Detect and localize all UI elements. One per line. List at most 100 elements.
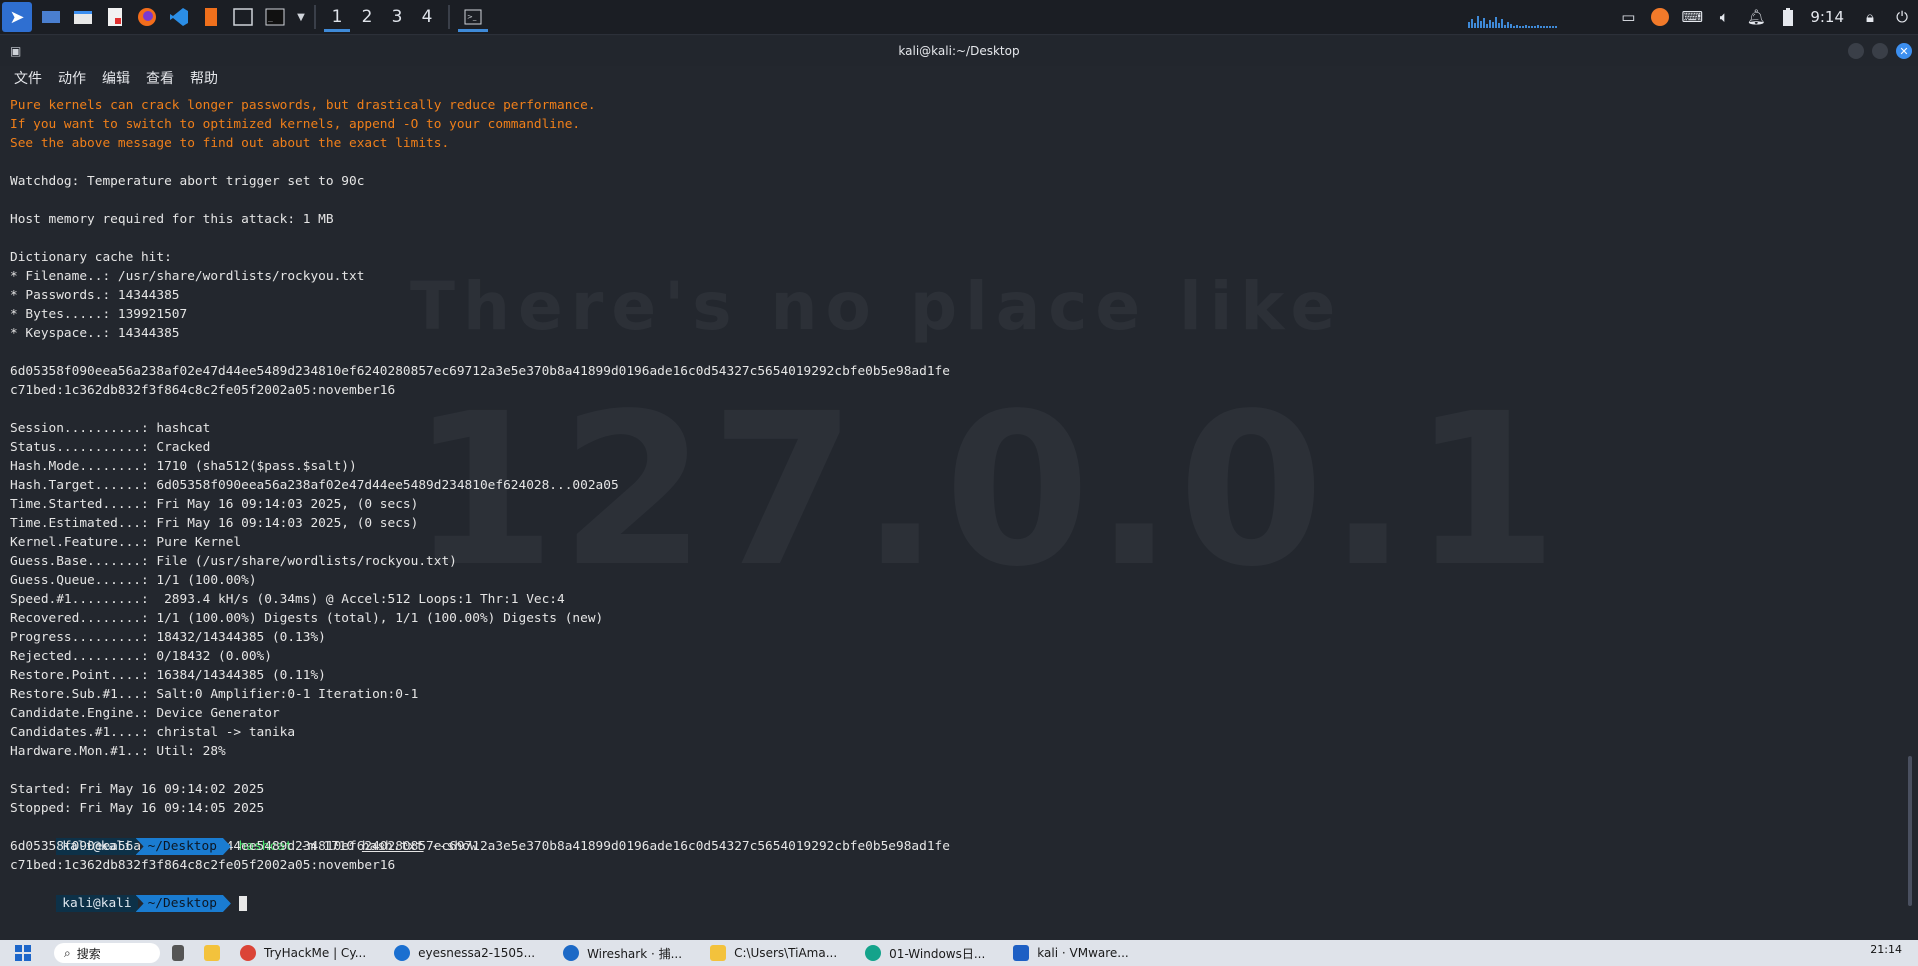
status-line: Recovered........: 1/1 (100.00%) Digests… (10, 611, 604, 626)
window-title: kali@kali:~/Desktop (898, 44, 1020, 58)
search-icon: ⌕ (64, 945, 71, 960)
status-line: Restore.Sub.#1...: Salt:0 Amplifier:0-1 … (10, 687, 419, 702)
status-line: Candidate.Engine.: Device Generator (10, 706, 280, 721)
panel-clock[interactable]: 9:14 (1810, 8, 1844, 26)
burpsuite-icon[interactable] (198, 4, 224, 30)
maximize-button[interactable] (1872, 43, 1888, 59)
cracked-hash-line: 6d05358f090eea56a238af02e47d44ee5489d234… (10, 364, 950, 379)
workspace-2[interactable]: 2 (352, 0, 382, 34)
output-line: Host memory required for this attack: 1 … (10, 212, 334, 227)
status-line: Kernel.Feature...: Pure Kernel (10, 535, 242, 550)
workspace-4[interactable]: 4 (412, 0, 442, 34)
screen-icon[interactable]: ▭ (1615, 4, 1641, 30)
taskbar-search[interactable]: ⌕ 搜索 (54, 943, 160, 963)
menu-action[interactable]: 动作 (58, 68, 86, 88)
battery-icon[interactable] (1775, 4, 1801, 30)
workspace-1[interactable]: 1 (322, 0, 352, 34)
cpu-graph (1468, 6, 1598, 28)
status-line: Guess.Base.......: File (/usr/share/word… (10, 554, 457, 569)
cracked-hash-line: 6d05358f090eea56a238af02e47d44ee5489d234… (10, 839, 950, 854)
output-line: * Passwords.: 14344385 (10, 288, 180, 303)
taskbar-clock[interactable]: 21:14 (1870, 943, 1902, 956)
menu-bar: 文件 动作 编辑 查看 帮助 (0, 66, 1918, 90)
chevron-down-icon[interactable]: ▼ (294, 4, 308, 30)
cracked-hash-line: c71bed:1c362db832f3f864c8c2fe05f2002a05:… (10, 383, 396, 398)
task-view-icon[interactable] (172, 945, 192, 961)
desktop-icon[interactable] (38, 4, 64, 30)
status-line: Speed.#1.........: 2893.4 kH/s (0.34ms) … (10, 592, 565, 607)
menu-help[interactable]: 帮助 (190, 68, 218, 88)
taskbar-item-edge[interactable]: eyesnessa2-1505... (394, 945, 535, 961)
minimize-button[interactable] (1848, 43, 1864, 59)
close-button[interactable]: ✕ (1896, 43, 1912, 59)
status-line: Hash.Target......: 6d05358f090eea56a238a… (10, 478, 619, 493)
menu-file[interactable]: 文件 (14, 68, 42, 88)
edge-icon (394, 945, 411, 961)
explorer-pinned-icon[interactable] (204, 945, 228, 961)
output-line: * Keyspace..: 14344385 (10, 326, 180, 341)
vscode-icon[interactable] (166, 4, 192, 30)
status-line: Progress.........: 18432/14344385 (0.13%… (10, 630, 326, 645)
vmware-icon (1013, 945, 1030, 961)
chrome-icon (240, 945, 256, 961)
windows-taskbar: ⌕ 搜索 TryHackMe | Cy... eyesnessa2-1505...… (0, 940, 1918, 966)
prompt-directory: ~/Desktop (136, 895, 231, 912)
keyboard-icon[interactable]: ⌨ (1679, 4, 1705, 30)
command-line: kali@kali ~/Desktop hashcat -m 1710 hash.… (10, 818, 1898, 855)
output-line: * Filename..: /usr/share/wordlists/rocky… (10, 269, 365, 284)
output-line: Stopped: Fri May 16 09:14:05 2025 (10, 801, 265, 816)
lock-icon[interactable]: 🔒︎ (1857, 4, 1883, 30)
scrollbar[interactable] (1908, 756, 1912, 906)
status-line: Restore.Point....: 16384/14344385 (0.11%… (10, 668, 326, 683)
output-line: Dictionary cache hit: (10, 250, 172, 265)
workspace-3[interactable]: 3 (382, 0, 412, 34)
taskbar-item-chrome[interactable]: TryHackMe | Cy... (240, 945, 366, 961)
kali-menu-icon[interactable]: ➤ (2, 2, 32, 32)
status-line: Time.Estimated...: Fri May 16 09:14:03 2… (10, 516, 419, 531)
panel-separator (448, 5, 450, 29)
cracked-hash-line: c71bed:1c362db832f3f864c8c2fe05f2002a05:… (10, 858, 396, 873)
volume-icon[interactable]: 🔈︎ (1711, 4, 1737, 30)
taskbar-item-explorer[interactable]: C:\Users\TiAma... (710, 945, 837, 961)
svg-text:>_: >_ (467, 13, 477, 21)
output-line: Watchdog: Temperature abort trigger set … (10, 174, 365, 189)
status-line: Rejected.........: 0/18432 (0.00%) (10, 649, 272, 664)
status-line: Hardware.Mon.#1..: Util: 28% (10, 744, 226, 759)
status-line: Candidates.#1....: christal -> tanika (10, 725, 296, 740)
terminal-output[interactable]: Pure kernels can crack longer passwords,… (10, 96, 1898, 940)
menu-view[interactable]: 查看 (146, 68, 174, 88)
firefox-icon[interactable] (134, 4, 160, 30)
terminal-task-button[interactable]: >_ (456, 0, 490, 34)
output-line: See the above message to find out about … (10, 136, 450, 151)
folder-icon (710, 945, 727, 961)
file-manager-icon[interactable] (70, 4, 96, 30)
prompt-directory: ~/Desktop (136, 838, 231, 855)
system-tray: ▭ ⌨ 🔈︎ 🔔︎ 9:14 🔒︎ ⏻ (1468, 0, 1918, 34)
status-line: Status...........: Cracked (10, 440, 211, 455)
status-line: Guess.Queue......: 1/1 (100.00%) (10, 573, 257, 588)
top-panel: ➤ _ ▼ 1 2 3 4 >_ ▭ ⌨ 🔈︎ 🔔︎ 9:14 🔒︎ ⏻ (0, 0, 1918, 35)
taskbar-item-wireshark[interactable]: Wireshark · 捕... (563, 945, 682, 962)
active-prompt-line[interactable]: kali@kali ~/Desktop (10, 875, 1898, 912)
terminal-window: ▣ kali@kali:~/Desktop ✕ 文件 动作 编辑 查看 帮助 T… (0, 36, 1918, 940)
prompt-user: kali@kali (56, 895, 138, 912)
notification-bell-icon[interactable]: 🔔︎ (1743, 4, 1769, 30)
taskbar-item-windows-doc[interactable]: 01-Windows日... (865, 945, 985, 962)
text-editor-icon[interactable] (102, 4, 128, 30)
terminal-emulator-icon[interactable] (230, 4, 256, 30)
wireshark-icon (563, 945, 580, 961)
taskbar-item-vmware[interactable]: kali · VMware... (1013, 945, 1129, 961)
terminal-icon[interactable]: _ (262, 4, 288, 30)
menu-edit[interactable]: 编辑 (102, 68, 130, 88)
output-line: * Bytes.....: 139921507 (10, 307, 188, 322)
windows-start-icon[interactable] (14, 944, 32, 962)
panel-separator (314, 5, 316, 29)
app-status-icon[interactable] (1647, 4, 1673, 30)
power-icon[interactable]: ⏻ (1889, 4, 1915, 30)
output-line: If you want to switch to optimized kerne… (10, 117, 581, 132)
